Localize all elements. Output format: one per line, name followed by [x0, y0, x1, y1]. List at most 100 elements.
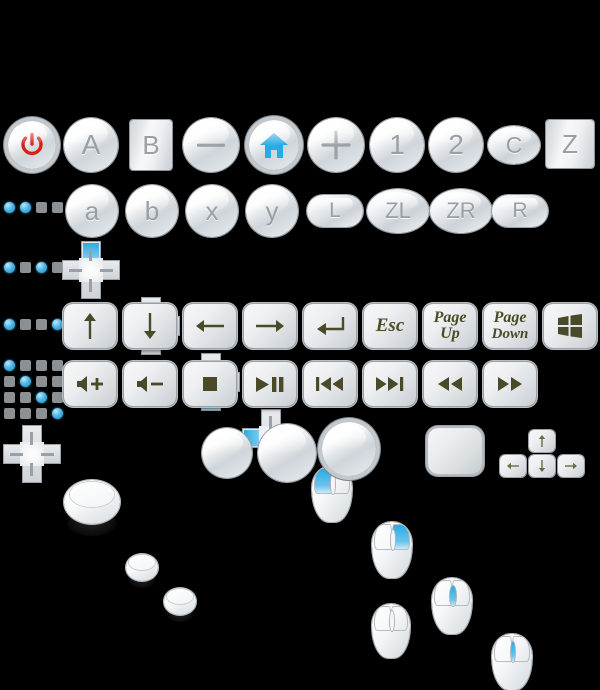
- cluster-key-right[interactable]: [558, 455, 584, 477]
- cluster-key-left[interactable]: [500, 455, 526, 477]
- play-pause-icon: [256, 376, 284, 392]
- arrow-left-icon: [507, 462, 519, 470]
- power-button[interactable]: [4, 117, 60, 173]
- key-volume-down[interactable]: [124, 362, 176, 406]
- shoulder-r[interactable]: R: [492, 195, 548, 227]
- rewind-icon: [438, 377, 462, 391]
- fast-forward-icon: [498, 377, 522, 391]
- mouse-middle-click[interactable]: [492, 634, 532, 690]
- mouse-wheel: [510, 640, 516, 663]
- key-previous-track[interactable]: [304, 362, 356, 406]
- button-b-lower[interactable]: b: [126, 185, 178, 237]
- key-volume-up[interactable]: [64, 362, 116, 406]
- button-1-label: 1: [389, 129, 405, 160]
- key-arrow-left[interactable]: [184, 304, 236, 348]
- indicator-row-4: [4, 319, 68, 330]
- indicator-dot: [36, 360, 47, 371]
- button-blank-circle-2[interactable]: [258, 424, 316, 482]
- volume-up-icon: [77, 376, 103, 392]
- button-z-square[interactable]: Z: [545, 119, 595, 169]
- analog-stick-large[interactable]: [64, 480, 120, 536]
- button-y-lower[interactable]: y: [246, 185, 298, 237]
- indicator-dot: [20, 376, 31, 387]
- indicator-dot: [4, 319, 15, 330]
- analog-stick-small-2[interactable]: [164, 588, 196, 622]
- button-z-label: Z: [562, 128, 578, 159]
- mouse-wheel: [448, 584, 458, 607]
- key-play-pause[interactable]: [244, 362, 296, 406]
- indicator-dot: [52, 360, 63, 371]
- button-b-label: B: [142, 129, 160, 160]
- key-rewind[interactable]: [424, 362, 476, 406]
- key-escape[interactable]: Esc: [364, 304, 416, 348]
- indicator-dot: [4, 202, 15, 213]
- button-b-square[interactable]: B: [128, 119, 174, 171]
- arrow-down-icon: [144, 313, 156, 339]
- volume-down-icon: [137, 376, 163, 392]
- arrow-up-icon: [84, 313, 96, 339]
- row-media-keys: [0, 358, 600, 419]
- indicator-dot: [20, 319, 31, 330]
- key-next-track[interactable]: [364, 362, 416, 406]
- button-minus[interactable]: [182, 117, 240, 173]
- indicator-dot: [20, 262, 31, 273]
- indicator-dot: [20, 202, 31, 213]
- key-arrow-right[interactable]: [244, 304, 296, 348]
- indicator-dot: [4, 376, 15, 387]
- plus-icon: [321, 130, 351, 160]
- indicator-dot: [20, 360, 31, 371]
- mouse-right-click[interactable]: [372, 522, 412, 578]
- key-page-up[interactable]: Page Up: [424, 304, 476, 348]
- key-fast-forward[interactable]: [484, 362, 536, 406]
- cluster-key-down[interactable]: [529, 455, 555, 477]
- mouse-plain[interactable]: [372, 604, 410, 658]
- button-1[interactable]: 1: [369, 117, 425, 173]
- key-blank-square[interactable]: [428, 428, 482, 474]
- indicator-dot: [52, 262, 63, 273]
- shoulder-l[interactable]: L: [307, 195, 363, 227]
- arrow-left-icon: [196, 320, 224, 332]
- button-blank-circle-3[interactable]: [322, 422, 376, 476]
- dpad-plain[interactable]: [4, 426, 60, 482]
- button-c[interactable]: C: [487, 124, 541, 166]
- indicator-dot: [20, 392, 31, 403]
- row-dpad-and-mouse: [0, 240, 600, 690]
- dpad-up[interactable]: [63, 242, 119, 298]
- key-page-down-label-line2: Down: [491, 325, 529, 342]
- next-track-icon: [376, 377, 404, 391]
- button-a[interactable]: A: [63, 117, 119, 173]
- analog-stick-small-1[interactable]: [126, 554, 158, 588]
- key-enter[interactable]: [304, 304, 356, 348]
- minus-icon: [197, 143, 225, 147]
- button-home[interactable]: [244, 115, 304, 175]
- button-blank-circle-1[interactable]: [202, 428, 252, 478]
- key-arrow-up[interactable]: [64, 304, 116, 348]
- power-icon: [21, 132, 43, 156]
- shoulder-zr[interactable]: ZR: [430, 189, 492, 233]
- icon-sheet: A B 1 2 C Z a b x y L ZL ZR R Esc Page U…: [0, 0, 600, 690]
- button-a-lower[interactable]: a: [66, 185, 118, 237]
- button-plus[interactable]: [307, 117, 365, 173]
- indicator-dot: [36, 392, 47, 403]
- key-stop[interactable]: [184, 362, 236, 406]
- button-a-label: A: [81, 129, 101, 160]
- button-x-lower[interactable]: x: [186, 185, 238, 237]
- shoulder-zr-label: ZR: [446, 198, 476, 223]
- button-b-lower-label: b: [144, 195, 160, 226]
- shoulder-zl-label: ZL: [385, 198, 411, 223]
- arrow-up-icon: [538, 435, 546, 447]
- key-windows[interactable]: [544, 304, 596, 348]
- button-2[interactable]: 2: [428, 117, 484, 173]
- stop-icon: [203, 377, 217, 391]
- key-arrow-down[interactable]: [124, 304, 176, 348]
- indicator-dot: [4, 360, 15, 371]
- key-page-up-label-line1: Page: [433, 308, 467, 326]
- cluster-key-up[interactable]: [529, 430, 555, 452]
- mouse-scroll-wheel[interactable]: [432, 578, 472, 634]
- key-page-down-label-line1: Page: [493, 309, 527, 327]
- button-y-lower-label: y: [265, 195, 279, 226]
- shoulder-zl[interactable]: ZL: [367, 189, 429, 233]
- key-page-down[interactable]: Page Down: [484, 304, 536, 348]
- indicator-dot: [36, 262, 47, 273]
- indicator-dot: [36, 202, 47, 213]
